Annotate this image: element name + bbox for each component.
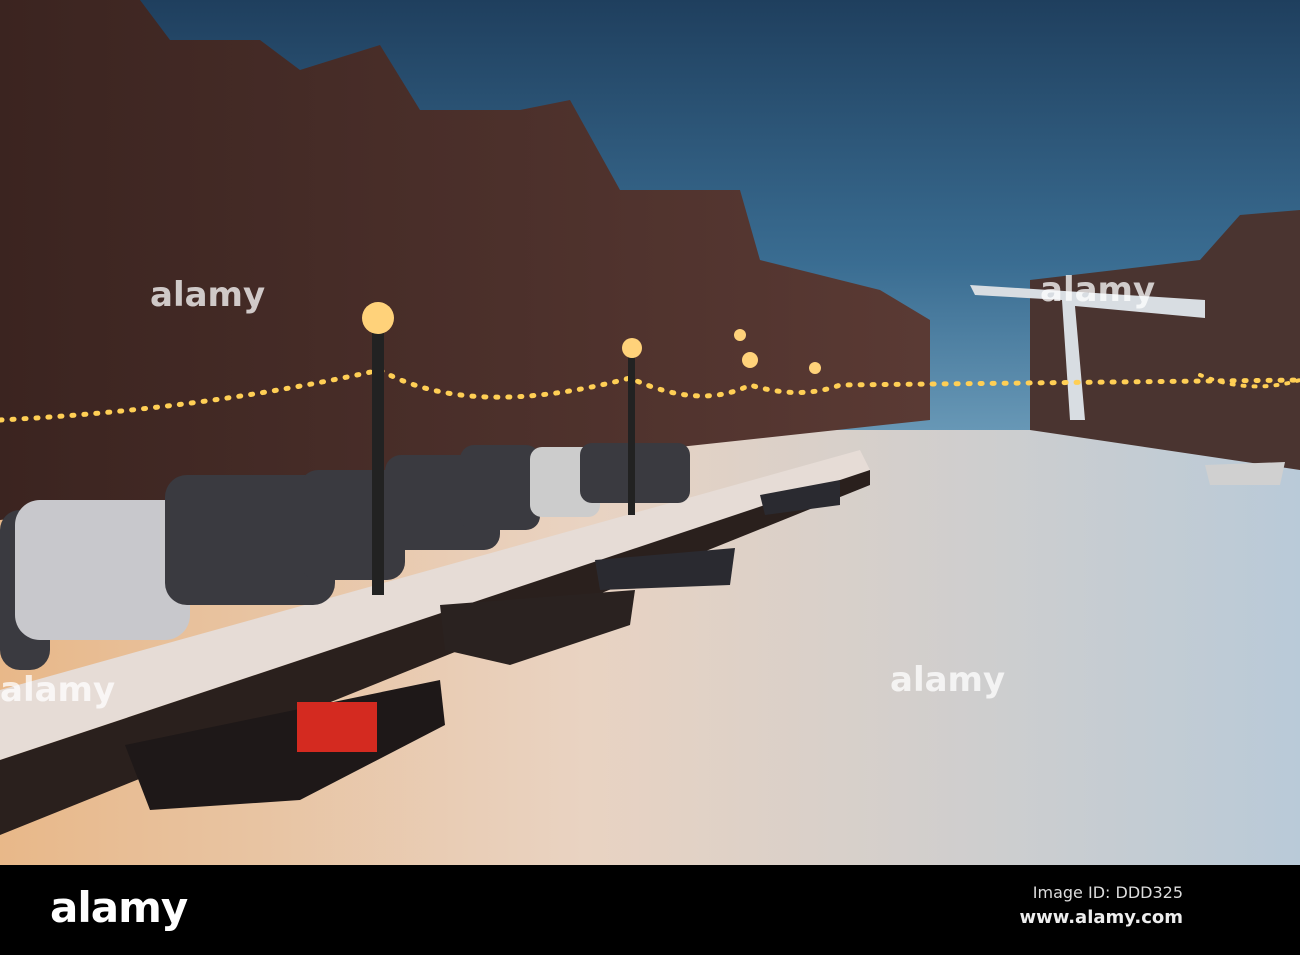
watermark: alamy xyxy=(890,660,1006,700)
footer-bar: alamy Image ID: DDD325 www.alamy.com xyxy=(0,865,1300,955)
watermark: alamy xyxy=(0,670,116,710)
alamy-logo: alamy xyxy=(50,883,188,932)
image-id: Image ID: DDD325 xyxy=(1032,883,1183,902)
canal-winter-photo xyxy=(0,0,1300,865)
website-link: www.alamy.com xyxy=(1019,907,1183,928)
watermark: alamy xyxy=(1040,270,1156,310)
watermark: alamy xyxy=(150,275,266,315)
